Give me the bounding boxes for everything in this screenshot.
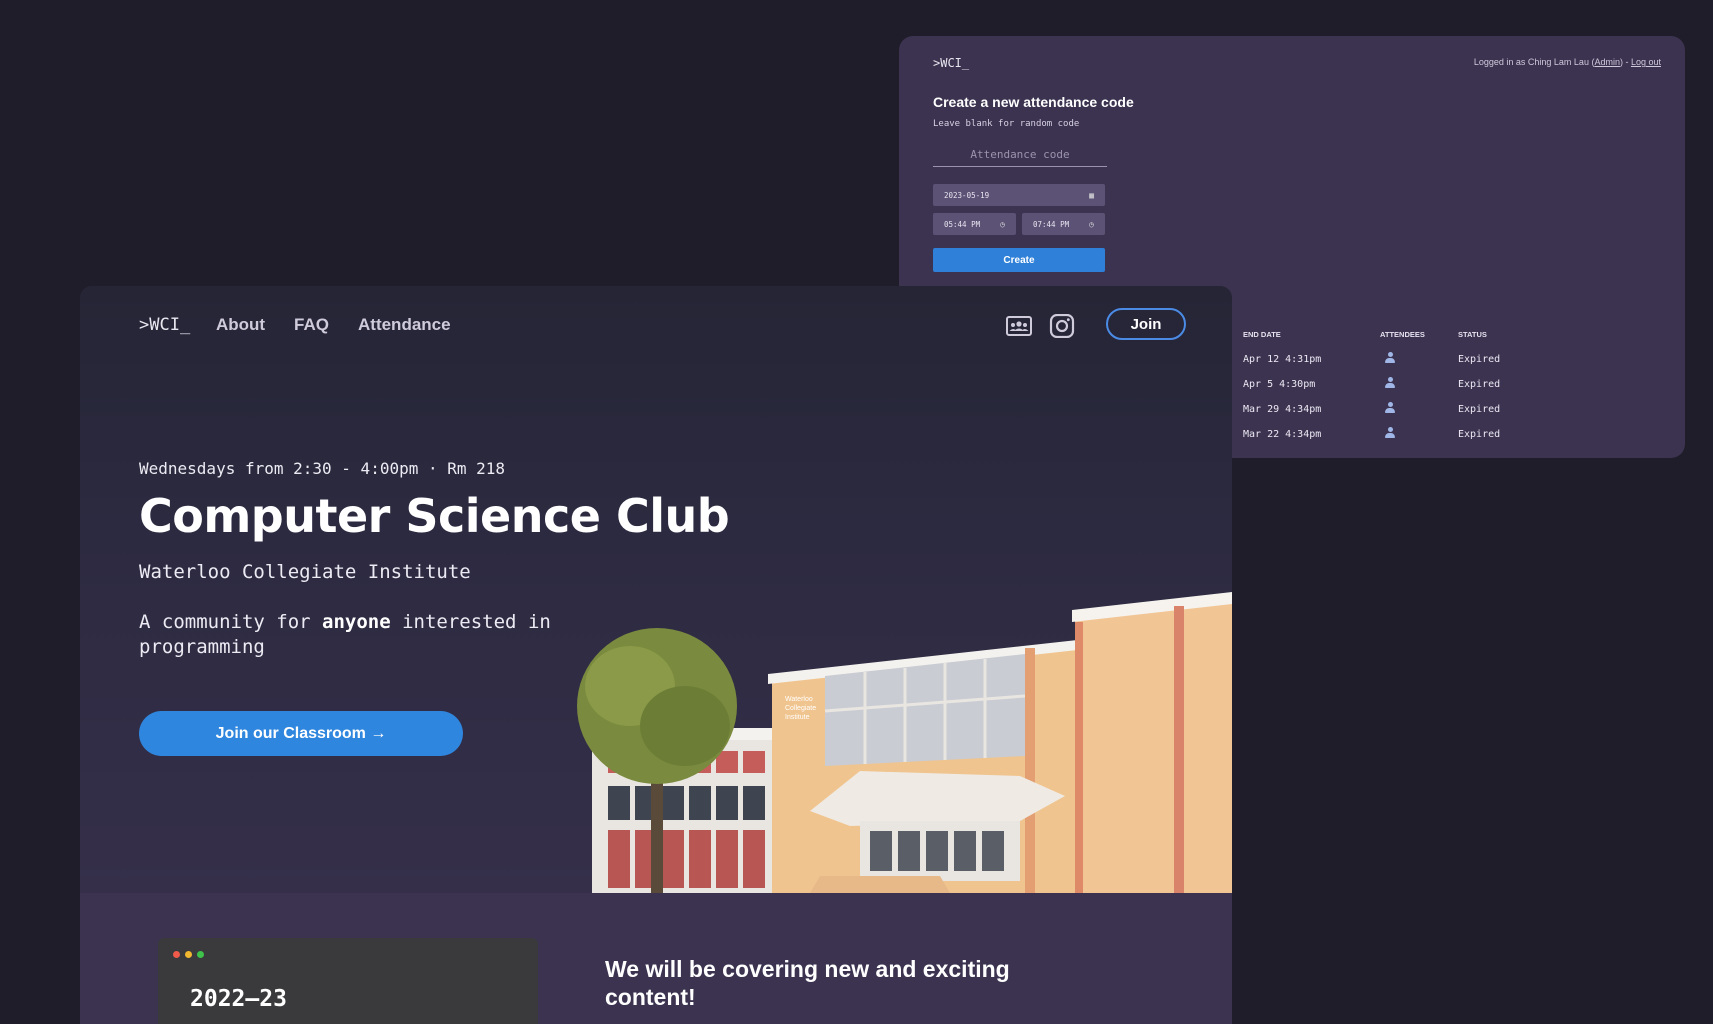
terminal-year: 2022–23 <box>190 986 287 1012</box>
school-name: Waterloo Collegiate Institute <box>139 561 471 583</box>
admin-role-link[interactable]: Admin <box>1594 57 1620 67</box>
clock-icon[interactable]: ◷ <box>1000 220 1005 229</box>
school-building-illustration: Waterloo Collegiate Institute <box>577 592 1232 893</box>
building-sign-line2: Collegiate <box>785 705 816 712</box>
nav-link-attendance[interactable]: Attendance <box>358 315 451 335</box>
login-text: Logged in as Ching Lam Lau ( <box>1473 57 1595 67</box>
instagram-icon[interactable] <box>1048 314 1076 338</box>
end-date-cell: Apr 5 4:30pm <box>1243 379 1316 390</box>
status-cell: Expired <box>1458 404 1501 415</box>
admin-brand-logo[interactable]: >WCI_ <box>933 56 969 70</box>
landing-page-window: >WCI_ About FAQ Attendance Join Wednesda… <box>80 286 1232 1024</box>
status-cell: Expired <box>1458 429 1501 440</box>
end-time-field[interactable]: 07:44 PM ◷ <box>1022 213 1105 235</box>
column-header-status: STATUS <box>1458 330 1487 339</box>
nav-brand-logo[interactable]: >WCI_ <box>139 315 190 335</box>
column-header-attendees: ATTENDEES <box>1380 330 1425 339</box>
end-date-cell: Apr 12 4:31pm <box>1243 354 1322 365</box>
end-date-cell: Mar 29 4:34pm <box>1243 404 1322 415</box>
close-dot-icon <box>173 951 180 958</box>
start-time-value: 05:44 PM <box>944 219 981 229</box>
hero-section: >WCI_ About FAQ Attendance Join Wednesda… <box>80 286 1232 893</box>
login-status: Logged in as Ching Lam Lau (Admin) - Log… <box>1474 57 1661 67</box>
person-icon[interactable] <box>1385 352 1395 364</box>
building-sign-line1: Waterloo <box>785 696 813 703</box>
column-header-end-date: END DATE <box>1243 330 1281 339</box>
attendees-cell[interactable] <box>1380 372 1458 397</box>
end-time-value: 07:44 PM <box>1033 219 1070 229</box>
end-date-cell: Mar 22 4:34pm <box>1243 429 1322 440</box>
clock-icon[interactable]: ◷ <box>1089 220 1094 229</box>
date-value: 2023-05-19 <box>944 190 990 200</box>
start-time-field[interactable]: 05:44 PM ◷ <box>933 213 1016 235</box>
create-code-hint: Leave blank for random code <box>933 119 1080 129</box>
attendees-cell[interactable] <box>1380 347 1458 372</box>
terminal-window: 2022–23 <box>158 938 538 1024</box>
attendees-cell[interactable] <box>1380 397 1458 422</box>
maximize-dot-icon <box>197 951 204 958</box>
logout-link[interactable]: Log out <box>1631 57 1661 67</box>
calendar-icon[interactable]: ▦ <box>1089 191 1094 200</box>
meeting-schedule: Wednesdays from 2:30 - 4:00pm · Rm 218 <box>139 459 506 478</box>
classroom-icon[interactable] <box>1005 314 1033 338</box>
person-icon[interactable] <box>1385 377 1395 389</box>
join-button[interactable]: Join <box>1106 308 1186 340</box>
building-sign-line3: Institute <box>785 714 810 721</box>
nav-link-about[interactable]: About <box>216 315 265 335</box>
page-title: Computer Science Club <box>139 489 730 543</box>
date-field[interactable]: 2023-05-19 ▦ <box>933 184 1105 206</box>
create-code-heading: Create a new attendance code <box>933 94 1134 110</box>
attendance-codes-table: END DATE ATTENDEES STATUS Apr 12 4:31pm … <box>1243 330 1538 447</box>
table-row[interactable]: Mar 29 4:34pm Expired <box>1243 397 1538 422</box>
tagline-emphasis: anyone <box>322 611 391 633</box>
person-icon[interactable] <box>1385 402 1395 414</box>
person-icon[interactable] <box>1385 427 1395 439</box>
content-section: 2022–23 We will be covering new and exci… <box>80 893 1232 1024</box>
status-cell: Expired <box>1458 354 1501 365</box>
nav-link-faq[interactable]: FAQ <box>294 315 329 335</box>
minimize-dot-icon <box>185 951 192 958</box>
table-row[interactable]: Apr 5 4:30pm Expired <box>1243 372 1538 397</box>
table-row[interactable]: Mar 22 4:34pm Expired <box>1243 422 1538 447</box>
login-separator: ) - <box>1619 57 1631 67</box>
attendees-cell[interactable] <box>1380 422 1458 447</box>
content-heading: We will be covering new and exciting con… <box>605 956 1010 1010</box>
status-cell: Expired <box>1458 379 1501 390</box>
join-classroom-button[interactable]: Join our Classroom → <box>139 711 463 756</box>
table-row[interactable]: Apr 12 4:31pm Expired <box>1243 347 1538 372</box>
create-button[interactable]: Create <box>933 248 1105 272</box>
tagline-start: A community for <box>139 611 323 633</box>
attendance-code-input[interactable] <box>933 142 1107 167</box>
